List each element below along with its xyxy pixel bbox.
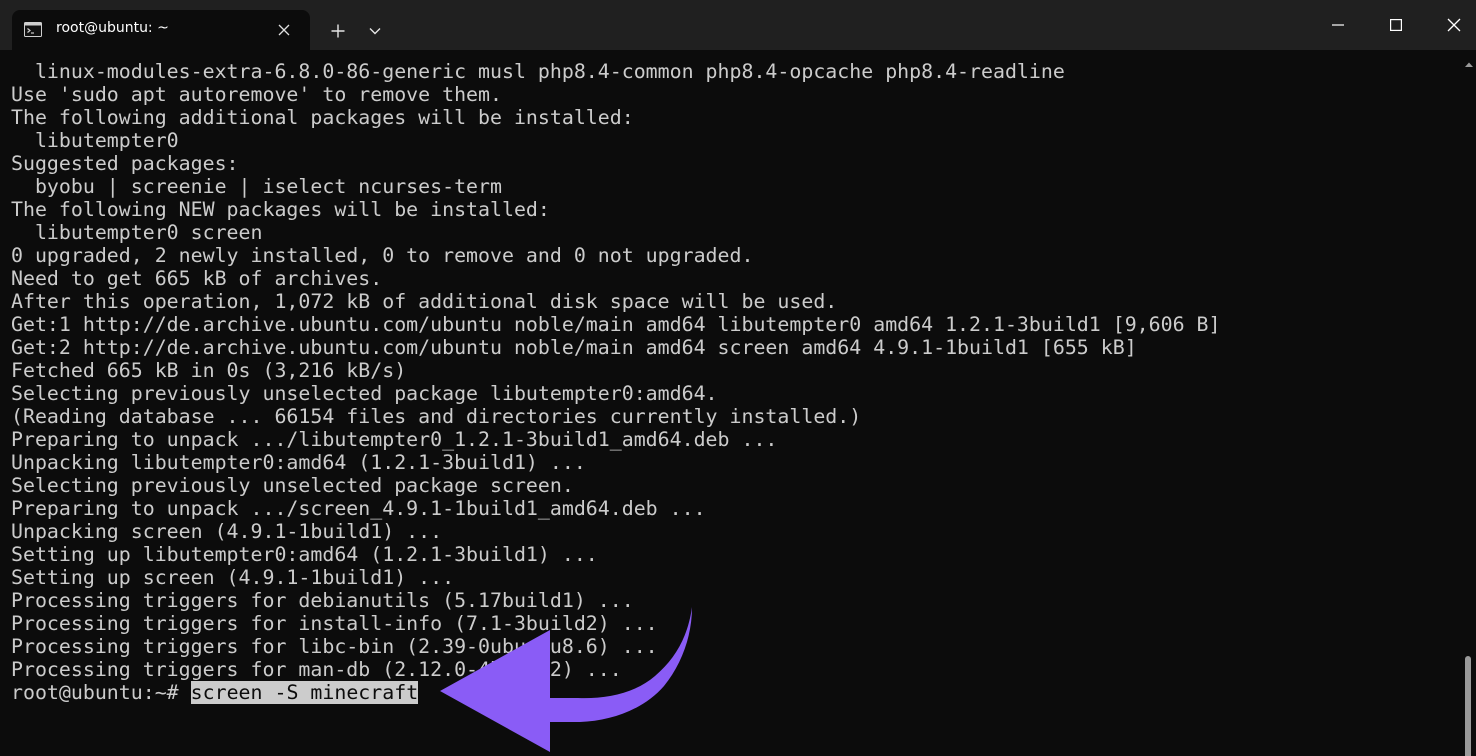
plus-icon[interactable] bbox=[321, 14, 355, 48]
selected-command[interactable]: screen -S minecraft bbox=[190, 681, 419, 704]
terminal-line: Setting up libutempter0:amd64 (1.2.1-3bu… bbox=[11, 543, 598, 566]
terminal-line: Unpacking screen (4.9.1-1build1) ... bbox=[11, 520, 443, 543]
close-icon[interactable] bbox=[1425, 0, 1476, 50]
terminal-line: Use 'sudo apt autoremove' to remove them… bbox=[11, 83, 502, 106]
terminal-line: Processing triggers for libc-bin (2.39-0… bbox=[11, 635, 658, 658]
arrow-up-icon[interactable] bbox=[1465, 56, 1473, 67]
terminal-prompt-line[interactable]: root@ubuntu:~# screen -S minecraft bbox=[11, 681, 1451, 704]
terminal-line: linux-modules-extra-6.8.0-86-generic mus… bbox=[11, 60, 1065, 83]
chevron-down-icon[interactable] bbox=[358, 14, 392, 48]
maximize-icon[interactable] bbox=[1367, 0, 1425, 50]
tab-title: root@ubuntu: ~ bbox=[56, 20, 169, 36]
tab-root-ubuntu[interactable]: root@ubuntu: ~ bbox=[12, 10, 310, 50]
terminal-line: Get:2 http://de.archive.ubuntu.com/ubunt… bbox=[11, 336, 1137, 359]
terminal-line: Processing triggers for debianutils (5.1… bbox=[11, 589, 634, 612]
terminal-icon bbox=[24, 22, 42, 37]
terminal-line: Fetched 665 kB in 0s (3,216 kB/s) bbox=[11, 359, 407, 382]
terminal-line: libutempter0 screen bbox=[11, 221, 263, 244]
terminal-line: The following additional packages will b… bbox=[11, 106, 634, 129]
terminal-line: Setting up screen (4.9.1-1build1) ... bbox=[11, 566, 455, 589]
terminal-line: Need to get 665 kB of archives. bbox=[11, 267, 383, 290]
terminal-line: Preparing to unpack .../libutempter0_1.2… bbox=[11, 428, 778, 451]
terminal-line: After this operation, 1,072 kB of additi… bbox=[11, 290, 838, 313]
terminal-line: Processing triggers for install-info (7.… bbox=[11, 612, 658, 635]
terminal-line: Preparing to unpack .../screen_4.9.1-1bu… bbox=[11, 497, 706, 520]
terminal-line: 0 upgraded, 2 newly installed, 0 to remo… bbox=[11, 244, 754, 267]
terminal-line: (Reading database ... 66154 files and di… bbox=[11, 405, 862, 428]
close-icon[interactable] bbox=[274, 20, 294, 40]
terminal-line: Processing triggers for man-db (2.12.0-4… bbox=[11, 658, 622, 681]
minimize-icon[interactable] bbox=[1309, 0, 1367, 50]
terminal-window: root@ubuntu: ~ linux-modules-extra-6.8.0… bbox=[0, 0, 1476, 756]
terminal-line: byobu | screenie | iselect ncurses-term bbox=[11, 175, 502, 198]
terminal-line: Suggested packages: bbox=[11, 152, 239, 175]
title-bar[interactable]: root@ubuntu: ~ bbox=[0, 0, 1476, 50]
terminal-line: Selecting previously unselected package … bbox=[11, 382, 718, 405]
terminal-output[interactable]: linux-modules-extra-6.8.0-86-generic mus… bbox=[11, 60, 1451, 750]
terminal-line: Unpacking libutempter0:amd64 (1.2.1-3bui… bbox=[11, 451, 586, 474]
scrollbar[interactable] bbox=[1462, 52, 1476, 756]
scrollbar-thumb[interactable] bbox=[1465, 656, 1471, 756]
terminal-line: The following NEW packages will be insta… bbox=[11, 198, 550, 221]
terminal-line: Selecting previously unselected package … bbox=[11, 474, 574, 497]
terminal-line: Get:1 http://de.archive.ubuntu.com/ubunt… bbox=[11, 313, 1221, 336]
terminal-line: libutempter0 bbox=[11, 129, 179, 152]
shell-prompt: root@ubuntu:~# bbox=[11, 681, 191, 704]
